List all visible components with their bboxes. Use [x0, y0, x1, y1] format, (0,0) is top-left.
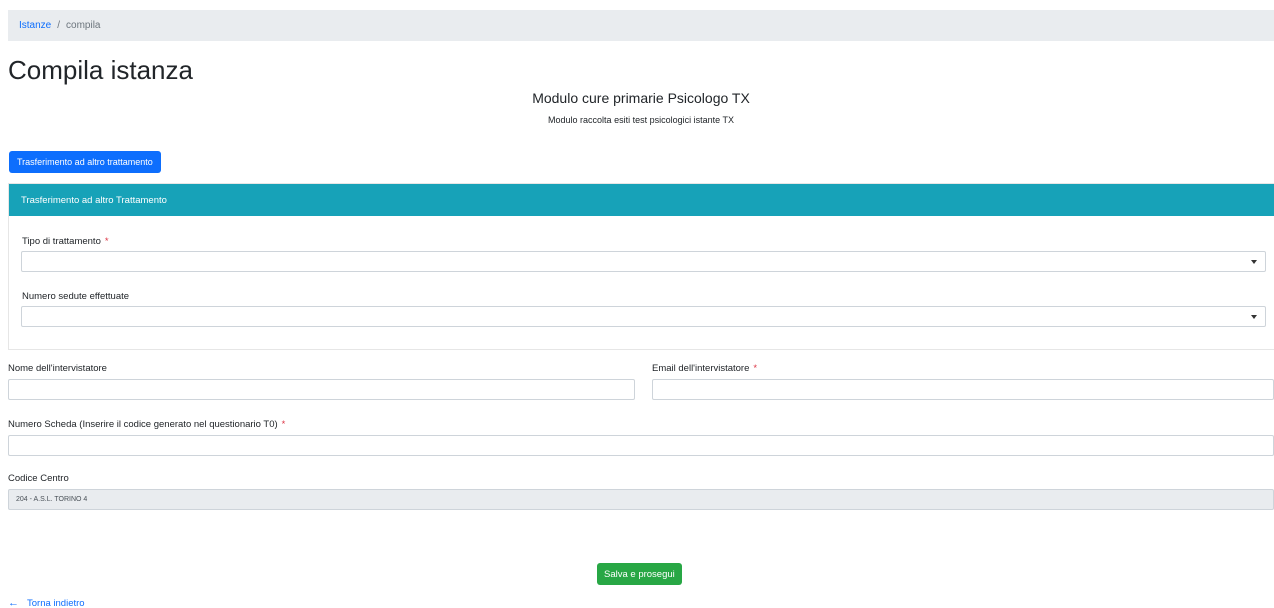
card-number-input[interactable] — [8, 435, 1274, 456]
interviewer-email-input[interactable] — [652, 379, 1274, 400]
interviewer-name-label: Nome dell'intervistatore — [8, 363, 107, 374]
save-continue-button[interactable]: Salva e prosegui — [597, 563, 682, 585]
treatment-type-label-text: Tipo di trattamento — [22, 236, 101, 247]
form-title: Modulo cure primarie Psicologo TX — [532, 90, 750, 106]
sessions-select[interactable] — [21, 306, 1266, 327]
required-marker: * — [753, 363, 758, 374]
interviewer-name-input[interactable] — [8, 379, 635, 400]
page-title: Compila istanza — [8, 55, 193, 85]
chevron-down-icon — [1251, 260, 1257, 264]
required-marker: * — [281, 419, 286, 430]
interviewer-email-label-text: Email dell'intervistatore — [652, 363, 750, 374]
arrow-left-icon: ← — [8, 597, 19, 608]
center-code-label: Codice Centro — [8, 473, 69, 484]
sessions-label: Numero sedute effettuate — [22, 291, 130, 302]
form-header: Modulo cure primarie Psicologo TX Modulo… — [8, 88, 1274, 125]
card-number-label: Numero Scheda (Inserire il codice genera… — [8, 419, 285, 430]
back-link-label: Torna indietro — [27, 597, 85, 608]
card-number-label-text: Numero Scheda (Inserire il codice genera… — [8, 419, 278, 430]
required-marker: * — [104, 236, 109, 247]
chevron-down-icon — [1251, 315, 1257, 319]
section-header: Trasferimento ad altro Trattamento — [9, 184, 1274, 216]
breadcrumb-current: compila — [66, 20, 101, 31]
breadcrumb-separator: / — [57, 20, 61, 31]
back-link[interactable]: ← Torna indietro — [8, 597, 85, 608]
breadcrumb: Istanze / compila — [8, 10, 1274, 41]
treatment-type-select[interactable] — [21, 251, 1266, 272]
center-code-input: 204 - A.S.L. TORINO 4 — [8, 489, 1274, 510]
treatment-type-label: Tipo di trattamento * — [22, 236, 109, 247]
form-subtitle: Modulo raccolta esiti test psicologici i… — [548, 115, 734, 125]
interviewer-email-label: Email dell'intervistatore * — [652, 363, 757, 374]
transfer-treatment-button[interactable]: Trasferimento ad altro trattamento — [9, 151, 161, 173]
breadcrumb-link-istanze[interactable]: Istanze — [19, 20, 51, 31]
